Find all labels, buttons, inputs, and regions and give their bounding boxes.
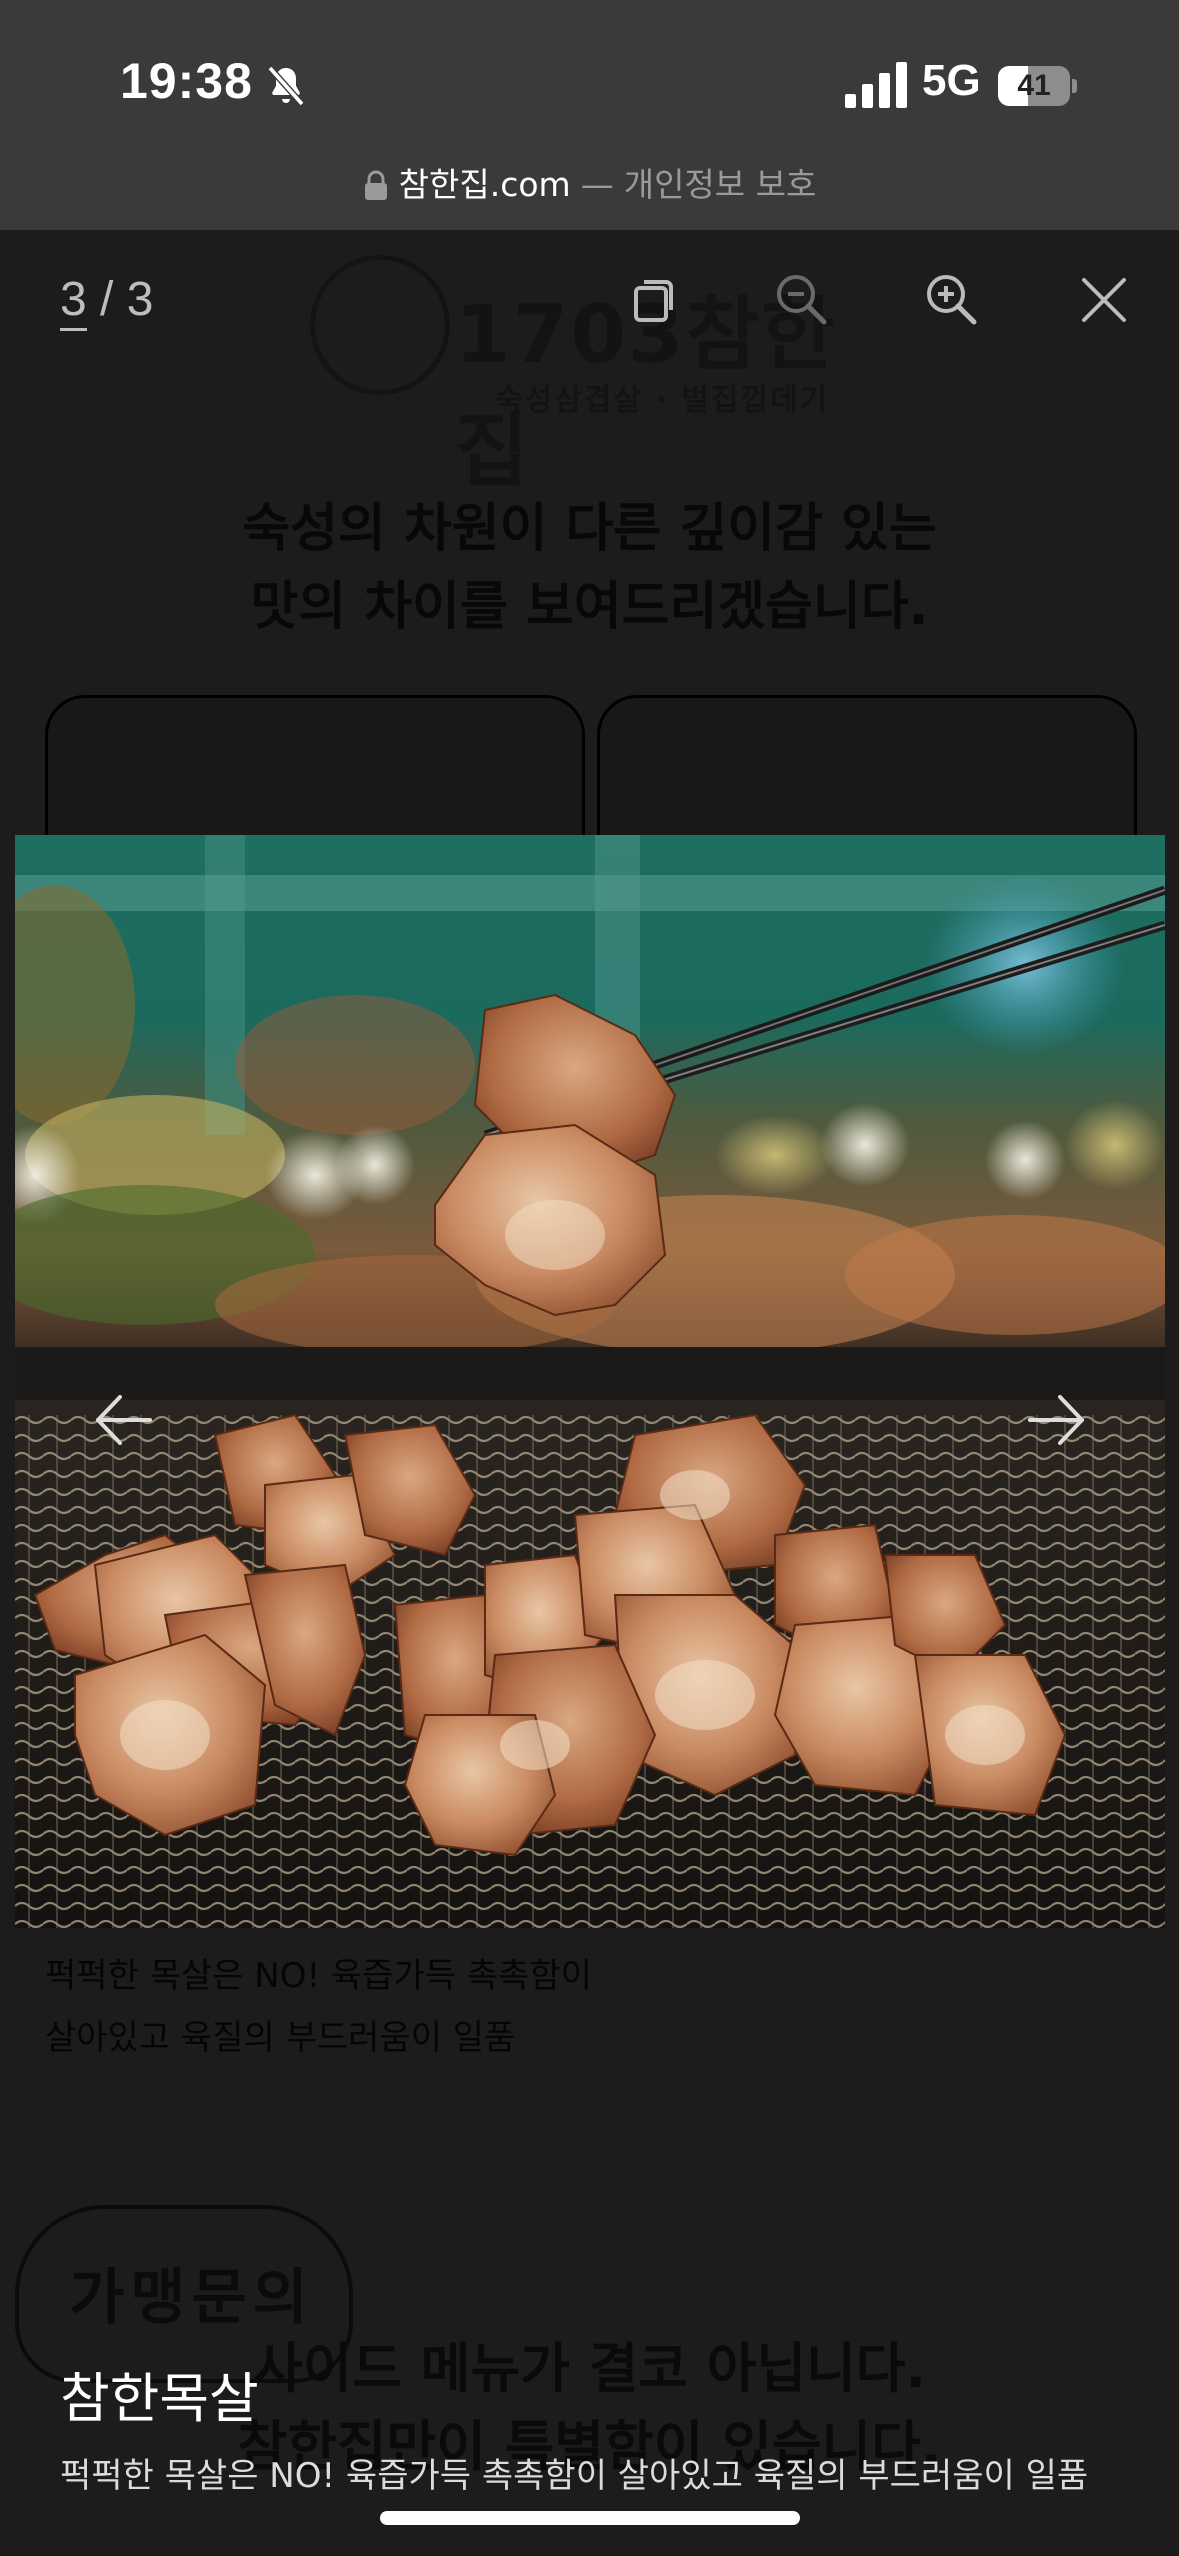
zoom-out-icon[interactable] xyxy=(770,268,834,332)
close-icon[interactable] xyxy=(1072,268,1136,332)
counter-current: 3 xyxy=(60,273,87,331)
arrow-right-icon[interactable] xyxy=(1022,1385,1092,1455)
caption-description: 퍽퍽한 목살은 NO! 육즙가득 촉촉함이 살아있고 육질의 부드러움이 일품 xyxy=(60,2456,1089,2496)
image-counter: 3 / 3 xyxy=(60,272,154,331)
hero-line-1: 숙성의 차원이 다른 깊이감 있는 xyxy=(242,499,937,559)
battery-percent: 41 xyxy=(1017,69,1051,102)
stamp-text: 가맹문의 xyxy=(69,2263,314,2333)
counter-separator: / xyxy=(100,273,114,326)
address-separator: — xyxy=(580,165,614,204)
home-indicator[interactable] xyxy=(380,2511,800,2525)
privacy-note: 개인정보 보호 xyxy=(623,165,817,204)
lock-icon xyxy=(364,170,387,200)
copy-icon[interactable] xyxy=(622,268,686,332)
hero-line-2: 맛의 차이를 보여드리겠습니다. xyxy=(250,577,929,637)
arrow-left-icon[interactable] xyxy=(88,1385,158,1455)
logo-emblem xyxy=(310,255,450,395)
network-type: 5G xyxy=(922,56,981,105)
status-bar: 19:38 5G 41 참한집.com — 개인정보 보호 xyxy=(0,0,1179,230)
address-domain: 참한집.com xyxy=(398,165,571,204)
status-time: 19:38 xyxy=(120,53,253,109)
address-bar[interactable]: 참한집.com — 개인정보 보호 xyxy=(0,158,1179,206)
logo-tagline: 숙성삼겹살 · 벌집껍데기 xyxy=(495,383,830,418)
counter-total: 3 xyxy=(126,273,154,326)
card-description: 퍽퍽한 목살은 NO! 육즙가득 촉촉함이 살아있고 육질의 부드러움이 일품 xyxy=(45,1956,592,2058)
cellular-signal-icon xyxy=(845,62,907,108)
food-photo[interactable] xyxy=(15,835,1165,1928)
zoom-in-icon[interactable] xyxy=(920,268,984,332)
hero-headline: 숙성의 차원이 다른 깊이감 있는 맛의 차이를 보여드리겠습니다. xyxy=(0,490,1179,646)
battery-icon: 41 xyxy=(998,66,1077,106)
caption-title: 참한목살 xyxy=(60,2367,259,2430)
silent-bell-icon xyxy=(267,65,305,107)
